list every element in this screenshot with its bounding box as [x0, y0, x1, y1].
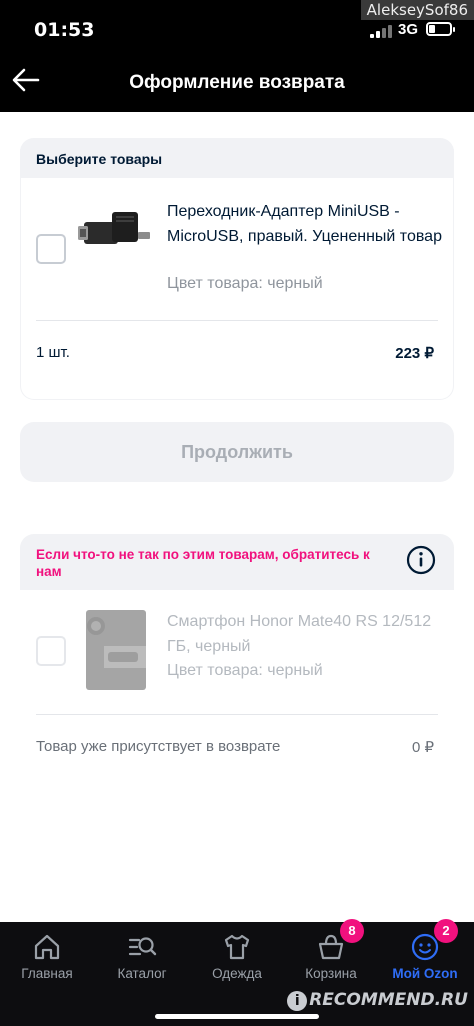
phone-product-image	[86, 610, 146, 690]
top-bar: 01:53 AlekseySof86 3G Оформление возврат…	[0, 0, 474, 112]
return-status: Товар уже присутствует в возврате	[36, 738, 281, 755]
returned-product-color: Цвет товара: черный	[167, 662, 323, 679]
profile-badge: 2	[434, 919, 458, 943]
select-section	[20, 138, 454, 400]
returned-product-name: Смартфон Honor Mate40 RS 12/512 ГБ, черн…	[167, 613, 432, 655]
signal-icon	[370, 24, 392, 38]
tab-label: Корзина	[305, 966, 357, 981]
home-icon	[34, 934, 60, 960]
tab-label: Одежда	[212, 966, 262, 981]
tab-label: Мой Ozon	[392, 966, 458, 981]
catalog-search-icon	[128, 937, 157, 956]
home-indicator	[155, 1014, 319, 1019]
status-time: 01:53	[34, 19, 95, 41]
product-quantity: 1 шт.	[36, 344, 70, 361]
tab-clothes[interactable]: Одежда	[190, 922, 284, 1002]
continue-button[interactable]: Продолжить	[20, 422, 454, 482]
warning-header: Если что-то не так по этим товарам, обра…	[20, 534, 454, 590]
divider	[36, 320, 438, 321]
tab-label: Каталог	[117, 966, 167, 981]
warning-text: Если что-то не так по этим товарам, обра…	[36, 547, 370, 579]
product-price: 223 ₽	[395, 345, 434, 362]
returned-product-price: 0 ₽	[411, 739, 434, 756]
user-watermark: AlekseySof86	[360, 0, 474, 20]
site-watermark-text: RECOMMEND.RU	[309, 990, 468, 1010]
page-title: Оформление возврата	[129, 72, 345, 93]
battery-icon	[426, 22, 455, 36]
tab-home[interactable]: Главная	[0, 922, 94, 1002]
product-color: Цвет товара: черный	[167, 275, 323, 292]
tab-label: Главная	[21, 966, 73, 981]
recommend-logo-icon: i	[287, 991, 308, 1011]
site-watermark: i RECOMMEND.RU	[287, 990, 468, 1011]
cart-badge: 8	[340, 919, 364, 943]
product-name: Переходник-Адаптер MiniUSB - MicroUSB, п…	[167, 203, 442, 245]
network-type: 3G	[398, 21, 419, 38]
returned-item-checkbox	[36, 636, 66, 666]
info-icon[interactable]	[406, 545, 436, 575]
tab-catalog[interactable]: Каталог	[95, 922, 189, 1002]
shirt-icon	[224, 934, 250, 960]
item-checkbox[interactable]	[36, 234, 66, 264]
adapter-product-image	[78, 212, 150, 244]
divider	[36, 714, 438, 715]
